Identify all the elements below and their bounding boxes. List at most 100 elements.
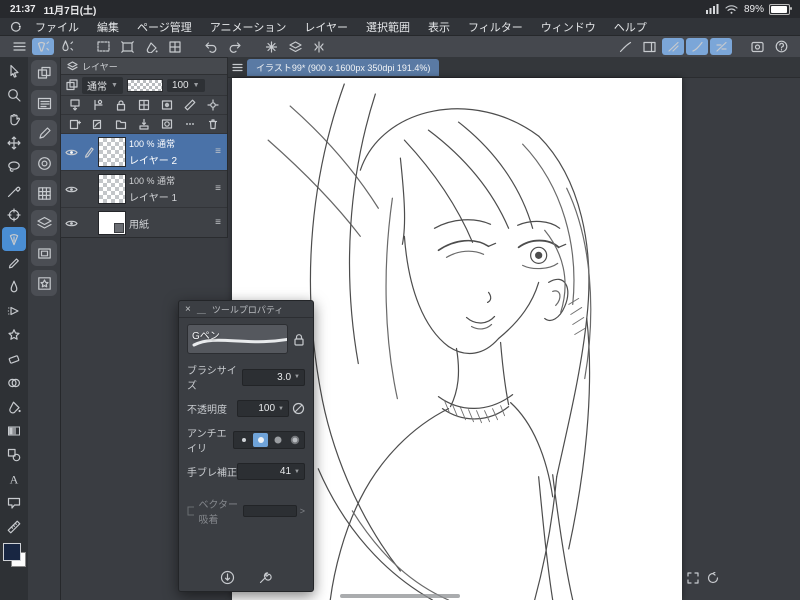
hamburger-menu-icon[interactable] — [8, 38, 30, 55]
tabbar-menu-icon[interactable] — [232, 63, 243, 72]
layer-visibility-icon[interactable] — [64, 185, 79, 194]
grid-icon[interactable] — [164, 38, 186, 55]
opacity-slider[interactable] — [126, 78, 163, 92]
menu-edit[interactable]: 編集 — [88, 19, 128, 35]
new-folder-icon[interactable] — [113, 116, 129, 132]
current-pen-tool-icon[interactable] — [32, 38, 54, 55]
layer-mask-icon[interactable] — [159, 97, 175, 113]
menu-selection[interactable]: 選択範囲 — [357, 19, 419, 35]
palette-color-set-icon[interactable] — [31, 180, 57, 206]
brush-tool[interactable] — [2, 275, 26, 299]
palette-subtool-icon[interactable] — [31, 60, 57, 86]
menu-help[interactable]: ヘルプ — [605, 19, 656, 35]
material-icon[interactable] — [284, 38, 306, 55]
workspace-icon[interactable] — [746, 38, 768, 55]
crosshair-select-tool[interactable] — [2, 203, 26, 227]
lock-layer-icon[interactable] — [113, 97, 129, 113]
marquee-select-icon[interactable] — [92, 38, 114, 55]
undo-icon[interactable] — [200, 38, 222, 55]
current-subtool-preview[interactable]: Gペン — [187, 324, 288, 354]
clip-studio-logo-icon[interactable] — [6, 20, 24, 34]
new-vector-layer-icon[interactable] — [90, 116, 106, 132]
zoom-tool[interactable] — [2, 83, 26, 107]
current-brush-tool-icon[interactable] — [56, 38, 78, 55]
home-indicator[interactable] — [340, 594, 460, 598]
gradient-tool[interactable] — [2, 419, 26, 443]
layer-row-paper[interactable]: 用紙 ≡ — [61, 208, 227, 238]
layer-row-2[interactable]: 100 % 通常 レイヤー 2 ≡ — [61, 134, 227, 171]
menu-window[interactable]: ウィンドウ — [532, 19, 605, 35]
foreground-color-swatch[interactable] — [3, 543, 21, 561]
effects-sparkle-icon[interactable] — [260, 38, 282, 55]
expand-chevron[interactable]: > — [300, 506, 305, 516]
operate-cursor-tool[interactable] — [2, 59, 26, 83]
rotate-view-icon[interactable] — [706, 571, 720, 585]
create-mask-icon[interactable] — [159, 116, 175, 132]
clip-to-layer-icon[interactable] — [90, 97, 106, 113]
balloon-tool[interactable] — [2, 491, 26, 515]
menu-file[interactable]: ファイル — [26, 19, 88, 35]
close-icon[interactable]: × — [185, 304, 191, 315]
merge-down-icon[interactable] — [136, 116, 152, 132]
snap-ruler-icon[interactable] — [662, 38, 684, 55]
lock-alpha-icon[interactable] — [136, 97, 152, 113]
palette-brush-size-icon[interactable] — [31, 120, 57, 146]
symmetry-icon[interactable] — [308, 38, 330, 55]
fit-view-icon[interactable] — [686, 571, 700, 585]
vector-snap-slider[interactable] — [242, 505, 297, 517]
restore-defaults-icon[interactable] — [219, 569, 235, 585]
opacity-value-select[interactable]: 100 ▼ — [166, 78, 205, 92]
layer-visibility-icon[interactable] — [64, 219, 79, 228]
antialias-none-option[interactable] — [236, 433, 251, 447]
eraser-tool[interactable] — [2, 347, 26, 371]
tool-property-titlebar[interactable]: × ＿ ツールプロパティ — [179, 301, 313, 318]
redo-icon[interactable] — [224, 38, 246, 55]
pencil-tool[interactable] — [2, 251, 26, 275]
menu-page[interactable]: ページ管理 — [128, 19, 201, 35]
opacity-input[interactable]: 100 ▼ — [237, 400, 289, 417]
palette-navigator-icon[interactable] — [31, 240, 57, 266]
shape-tool[interactable] — [2, 443, 26, 467]
layer-settings-icon[interactable] — [205, 97, 221, 113]
fill-bucket-tool[interactable] — [2, 395, 26, 419]
layer-thumbnail[interactable] — [98, 174, 126, 204]
document-tab[interactable]: イラスト99* (900 x 1600px 350dpi 191.4%) — [247, 58, 440, 76]
layer-thumbnail[interactable] — [98, 137, 126, 167]
airbrush-tool[interactable] — [2, 299, 26, 323]
antialias-medium-option[interactable] — [270, 433, 285, 447]
layer-visibility-icon[interactable] — [64, 148, 79, 157]
stabilization-input[interactable]: 41 ▼ — [237, 463, 305, 480]
opacity-circle-icon[interactable] — [292, 402, 305, 415]
deco-lines-icon[interactable] — [614, 38, 636, 55]
hand-tool[interactable] — [2, 107, 26, 131]
fill-command-icon[interactable] — [140, 38, 162, 55]
ruler-layer-icon[interactable] — [182, 97, 198, 113]
decoration-tool[interactable] — [2, 323, 26, 347]
menu-animation[interactable]: アニメーション — [201, 19, 296, 35]
vector-snap-checkbox[interactable] — [187, 506, 195, 516]
blend-tool[interactable] — [2, 371, 26, 395]
minimize-icon[interactable]: ＿ — [197, 303, 206, 316]
menu-filter[interactable]: フィルター — [459, 19, 532, 35]
new-raster-layer-icon[interactable] — [67, 116, 83, 132]
menu-view[interactable]: 表示 — [419, 19, 459, 35]
antialias-weak-option[interactable] — [253, 433, 268, 447]
palette-color-wheel-icon[interactable] — [31, 150, 57, 176]
brush-size-input[interactable]: 3.0 ▼ — [241, 368, 305, 386]
ruler-tool[interactable] — [2, 515, 26, 539]
palette-dots-icon[interactable] — [182, 116, 198, 132]
antialias-strong-option[interactable] — [287, 433, 302, 447]
blend-mode-select[interactable]: 通常 ▼ — [82, 76, 123, 94]
paper-thumbnail[interactable] — [98, 211, 126, 235]
menu-layer[interactable]: レイヤー — [295, 19, 357, 35]
pen-tool[interactable] — [2, 227, 26, 251]
help-icon[interactable] — [770, 38, 792, 55]
transfer-down-icon[interactable] — [67, 97, 83, 113]
lock-settings-icon[interactable] — [293, 333, 305, 346]
layer-row-1[interactable]: 100 % 通常 レイヤー 1 ≡ — [61, 171, 227, 208]
settings-wrench-icon[interactable] — [257, 569, 273, 585]
color-swatches[interactable] — [2, 543, 26, 569]
text-tool[interactable]: A — [2, 467, 26, 491]
delete-layer-icon[interactable] — [205, 116, 221, 132]
snap-grid-icon[interactable] — [710, 38, 732, 55]
